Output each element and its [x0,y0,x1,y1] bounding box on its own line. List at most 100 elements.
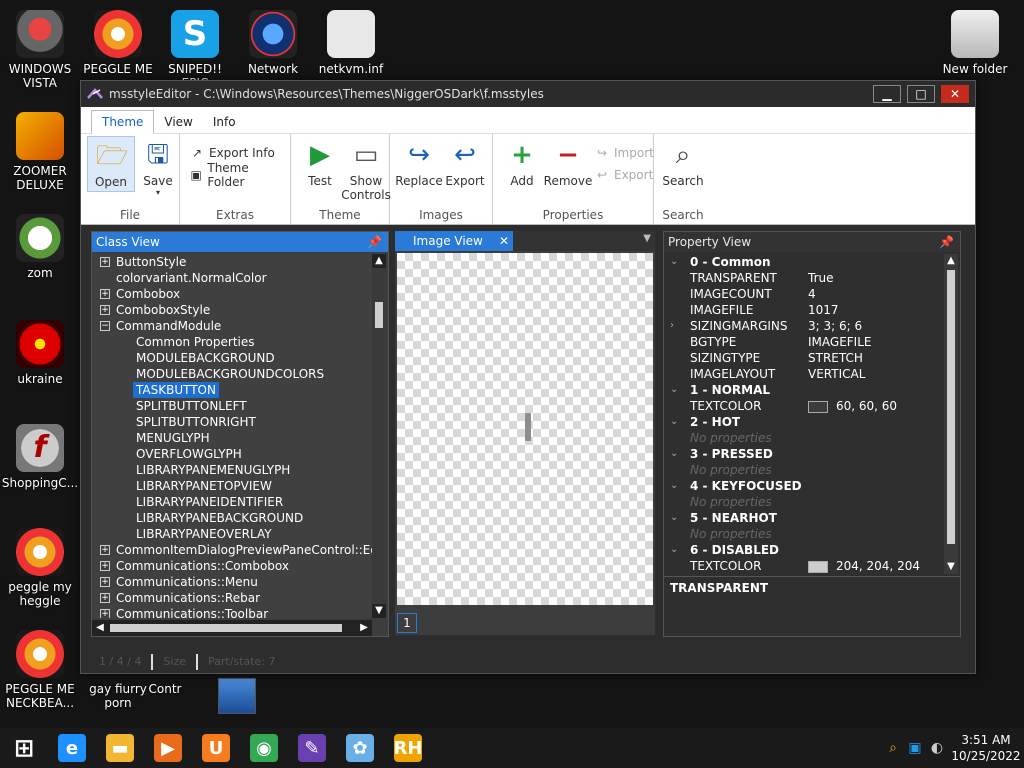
scroll-down-icon[interactable]: ▼ [944,560,958,574]
open-button[interactable]: 🗁 Open [87,136,135,192]
tree-node[interactable]: + ComboboxStyle [92,302,372,318]
theme-folder-button[interactable]: ▣ Theme Folder [186,161,284,189]
tree-node[interactable]: + Communications::Rebar [92,590,372,606]
desktop-icon-ukraine[interactable]: ukraine [0,320,80,386]
close-button[interactable]: ✕ [941,85,969,103]
property-row[interactable]: No properties [664,494,942,510]
property-row[interactable]: SIZINGTYPE STRETCH [664,350,942,366]
scroll-left-icon[interactable]: ◀ [92,620,108,636]
property-row[interactable]: TRANSPARENT True [664,270,942,286]
property-category[interactable]: ⌄ 2 - HOT [664,414,942,430]
show-controls-button[interactable]: ▭ Show Controls [341,136,391,204]
property-value[interactable]: STRETCH [808,350,863,366]
expand-icon[interactable]: + [100,289,110,299]
collapse-icon[interactable]: − [100,321,110,331]
taskbar-item[interactable]: RH [384,728,432,768]
tree-node[interactable]: colorvariant.NormalColor [92,270,372,286]
tree-node[interactable]: + Combobox [92,286,372,302]
chevron-down-icon[interactable]: ▼ [643,233,651,244]
chevron-down-icon[interactable]: ⌄ [670,542,678,558]
tree-node[interactable]: LIBRARYPANEOVERLAY [92,526,372,542]
test-button[interactable]: ▶ Test [297,136,343,190]
desktop-icon-peggle-neckbeard[interactable]: PEGGLE ME NECKBEA... [0,630,80,710]
pin-icon[interactable]: 📌 [939,232,954,252]
taskbar-item[interactable]: e [48,728,96,768]
property-value[interactable]: 1017 [808,302,839,318]
property-value[interactable]: IMAGEFILE [808,334,871,350]
expand-icon[interactable]: + [100,561,110,571]
scroll-right-icon[interactable]: ▶ [356,620,372,636]
tree-node[interactable]: LIBRARYPANETOPVIEW [92,478,372,494]
image-canvas[interactable] [397,253,653,605]
property-category[interactable]: ⌄ 6 - DISABLED [664,542,942,558]
clock[interactable]: 3:51 AM 10/25/2022 [948,732,1024,764]
desktop-icon-network[interactable]: Network [233,10,313,76]
expand-icon[interactable]: + [100,593,110,603]
property-value[interactable]: 60, 60, 60 [808,398,897,414]
chevron-right-icon[interactable]: › [670,318,674,334]
tree-node[interactable]: MODULEBACKGROUND [92,350,372,366]
desktop-icon-peggle-my-heggle[interactable]: peggle my heggle [0,528,80,608]
property-category[interactable]: ⌄ 1 - NORMAL [664,382,942,398]
expand-icon[interactable]: + [100,257,110,267]
property-row[interactable]: TEXTCOLOR 60, 60, 60 [664,398,942,414]
property-row[interactable]: BGTYPE IMAGEFILE [664,334,942,350]
tree-node[interactable]: SPLITBUTTONRIGHT [92,414,372,430]
taskbar-item[interactable]: ▶ [144,728,192,768]
property-row[interactable]: No properties [664,430,942,446]
tree-node[interactable]: + Communications::Toolbar [92,606,372,618]
chevron-down-icon[interactable]: ⌄ [670,510,678,526]
property-vscroll[interactable]: ▲ ▼ [944,254,958,574]
chevron-down-icon[interactable]: ⌄ [670,382,678,398]
tree-node[interactable]: TASKBUTTON [92,382,372,398]
tab-image-view[interactable]: Image View ✕ [395,231,513,251]
remove-button[interactable]: − Remove [544,136,593,190]
expand-icon[interactable]: + [100,545,110,555]
chevron-down-icon[interactable]: ⌄ [670,414,678,430]
property-value[interactable]: True [808,270,834,286]
chevron-down-icon[interactable]: ⌄ [670,446,678,462]
tree-node[interactable]: Common Properties [92,334,372,350]
property-row[interactable]: › SIZINGMARGINS 3; 3; 6; 6 [664,318,942,334]
property-row[interactable]: IMAGELAYOUT VERTICAL [664,366,942,382]
property-category[interactable]: ⌄ 0 - Common [664,254,942,270]
property-value[interactable]: VERTICAL [808,366,865,382]
chevron-down-icon[interactable]: ⌄ [670,254,678,270]
property-row[interactable]: TEXTCOLOR 204, 204, 204 [664,558,942,574]
color-swatch[interactable] [808,560,828,573]
property-row[interactable]: No properties [664,462,942,478]
pin-icon[interactable]: 📌 [367,232,382,252]
property-row[interactable]: IMAGEFILE 1017 [664,302,942,318]
save-button[interactable]: 🖫 Save ▾ [135,136,181,199]
scroll-down-icon[interactable]: ▼ [372,604,386,618]
tree-node[interactable]: MENUGLYPH [92,430,372,446]
image-index[interactable]: 1 [397,613,417,633]
tree-node[interactable]: LIBRARYPANEBACKGROUND [92,510,372,526]
desktop-icon-zom[interactable]: zom [0,214,80,280]
desktop-icon-new-folder[interactable]: New folder [935,10,1015,76]
cube-icon[interactable] [218,678,256,714]
close-tab-icon[interactable]: ✕ [499,231,509,251]
hscroll-thumb[interactable] [110,624,342,632]
taskbar-item[interactable]: ✎ [288,728,336,768]
taskbar-item[interactable]: ✿ [336,728,384,768]
scroll-up-icon[interactable]: ▲ [372,254,386,268]
property-row[interactable]: IMAGECOUNT 4 [664,286,942,302]
chevron-down-icon[interactable]: ⌄ [670,478,678,494]
scroll-thumb[interactable] [375,302,383,328]
tab-theme[interactable]: Theme [91,110,155,134]
tab-view[interactable]: View [154,111,202,133]
export-image-button[interactable]: ↩ Export [442,136,488,190]
taskbar-item[interactable]: ◉ [240,728,288,768]
property-category[interactable]: ⌄ 5 - NEARHOT [664,510,942,526]
desktop-icon-zoomer[interactable]: ZOOMER DELUXE [0,112,80,192]
tree-node[interactable]: + ButtonStyle [92,254,372,270]
property-category[interactable]: ⌄ 4 - KEYFOCUSED [664,478,942,494]
class-tree-vscroll[interactable]: ▲ ▼ [372,254,386,618]
taskbar-item[interactable]: ▬ [96,728,144,768]
desktop-icon-windows-vista[interactable]: WINDOWS VISTA [0,10,80,90]
expand-icon[interactable]: + [100,577,110,587]
color-swatch[interactable] [808,400,828,413]
search-button[interactable]: ⌕ Search [660,136,706,190]
tree-node[interactable]: OVERFLOWGLYPH [92,446,372,462]
